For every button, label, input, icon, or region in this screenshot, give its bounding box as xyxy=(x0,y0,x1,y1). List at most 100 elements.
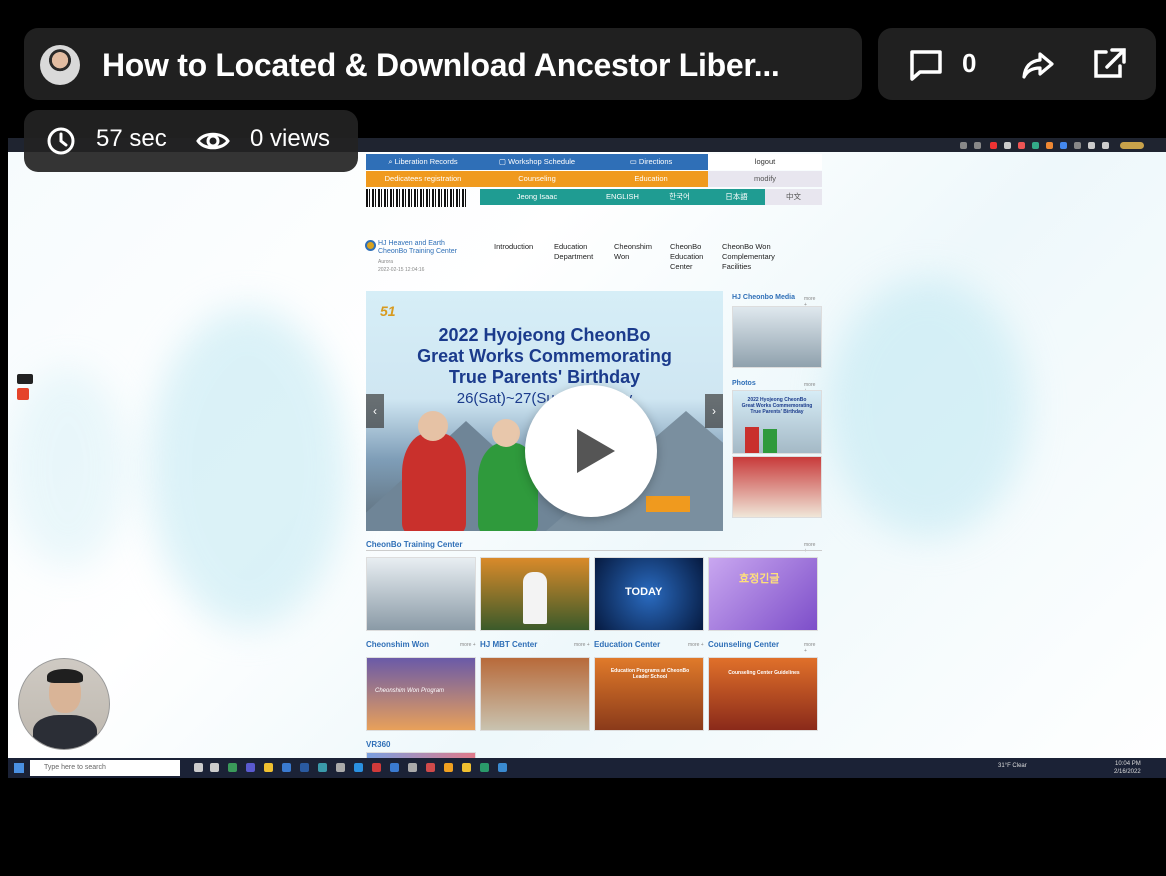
extension-icon[interactable] xyxy=(1046,142,1053,149)
calendar-icon: ▢ xyxy=(498,157,509,166)
taskbar-weather[interactable]: 31°F Clear xyxy=(998,763,1027,769)
lang-english[interactable]: ENGLISH xyxy=(594,189,651,205)
taskbar-app-icon[interactable] xyxy=(210,763,219,772)
taskbar-app-icon[interactable] xyxy=(498,763,507,772)
taskbar-app-icon[interactable] xyxy=(408,763,417,772)
nav-education[interactable]: Education xyxy=(594,171,708,187)
taskbar-app-icon[interactable] xyxy=(318,763,327,772)
nav-logout[interactable]: logout xyxy=(708,154,822,170)
extension-icon[interactable] xyxy=(974,142,981,149)
banner-title-line3: True Parents' Birthday xyxy=(448,367,641,387)
taskbar-app-icon[interactable] xyxy=(264,763,273,772)
video-thumbnail[interactable] xyxy=(480,557,590,631)
extension-icon[interactable] xyxy=(1102,142,1109,149)
video-thumbnail[interactable]: Counseling Center Guidelines xyxy=(708,657,818,731)
bg-cloud xyxy=(148,308,348,628)
more-link[interactable]: more + xyxy=(460,642,476,648)
taskbar-app-icon[interactable] xyxy=(390,763,399,772)
more-link[interactable]: more + xyxy=(804,642,818,654)
extension-icon[interactable] xyxy=(990,142,997,149)
video-stats: 57 sec 0 views xyxy=(24,110,358,172)
user-name[interactable]: Jeong Isaac xyxy=(480,189,594,205)
presenter-shirt xyxy=(33,715,97,749)
menu-complementary-facilities[interactable]: CheonBo Won Complementary Facilities xyxy=(722,242,792,272)
more-link[interactable]: more + xyxy=(804,542,818,554)
video-thumbnail[interactable]: Cheonshim Won Program xyxy=(366,657,476,731)
taskbar-app-icon[interactable] xyxy=(282,763,291,772)
clock-icon xyxy=(46,126,76,156)
menu-cheonshim-won[interactable]: Cheonshim Won xyxy=(614,242,659,262)
open-external-icon[interactable] xyxy=(1090,46,1128,82)
banner-next-arrow[interactable]: › xyxy=(705,394,723,428)
bg-cloud xyxy=(828,278,1028,538)
site-logo[interactable]: HJ Heaven and Earth CheonBo Training Cen… xyxy=(378,240,457,274)
site-logo-icon[interactable] xyxy=(365,240,376,251)
person-face xyxy=(418,411,448,441)
more-link[interactable]: more + xyxy=(688,642,704,648)
menu-introduction[interactable]: Introduction xyxy=(494,242,533,252)
barcode-image xyxy=(366,189,466,207)
extension-icon[interactable] xyxy=(1074,142,1081,149)
view-count: 0 views xyxy=(250,125,331,152)
webcam-bubble[interactable] xyxy=(18,658,110,750)
lang-korean[interactable]: 한국어 xyxy=(651,189,708,205)
taskbar-app-icon[interactable] xyxy=(426,763,435,772)
photo-thumbnail[interactable] xyxy=(732,456,822,518)
taskbar-app-icon[interactable] xyxy=(354,763,363,772)
recorder-timer xyxy=(17,374,33,384)
stop-recording-button[interactable] xyxy=(17,388,29,400)
video-thumbnail[interactable]: Education Programs at CheonBo Leader Sch… xyxy=(594,657,704,731)
banner-title-line2: Great Works Commemorating xyxy=(417,346,672,366)
more-link[interactable]: more + xyxy=(574,642,590,648)
comment-count: 0 xyxy=(962,48,977,78)
nav-dedicatees-registration[interactable]: Dedicatees registration xyxy=(366,171,480,187)
menu-cheonbo-education-center[interactable]: CheonBo Education Center xyxy=(670,242,714,272)
taskbar-app-icon[interactable] xyxy=(372,763,381,772)
taskbar-app-icon[interactable] xyxy=(246,763,255,772)
video-thumbnail[interactable] xyxy=(366,557,476,631)
creator-avatar[interactable] xyxy=(40,45,80,85)
video-thumbnail[interactable] xyxy=(480,657,590,731)
play-button[interactable] xyxy=(525,385,657,517)
nav-modify[interactable]: modify xyxy=(708,171,822,187)
taskbar-search-input[interactable]: Type here to search xyxy=(30,760,180,776)
video-thumbnail[interactable]: TODAY xyxy=(594,557,704,631)
extension-icon[interactable] xyxy=(1088,142,1095,149)
nav-counseling[interactable]: Counseling xyxy=(480,171,594,187)
taskbar-app-icon[interactable] xyxy=(480,763,489,772)
media-thumbnail[interactable] xyxy=(732,306,822,368)
share-icon[interactable] xyxy=(1020,48,1056,82)
menu-education-department[interactable]: Education Department xyxy=(554,242,604,262)
extension-icon[interactable] xyxy=(1032,142,1039,149)
extension-icon[interactable] xyxy=(960,142,967,149)
taskbar-app-icon[interactable] xyxy=(300,763,309,772)
nav-liberation-records[interactable]: ⌕ Liberation Records xyxy=(366,154,480,170)
taskbar-app-icon[interactable] xyxy=(228,763,237,772)
taskbar-app-icon[interactable] xyxy=(336,763,345,772)
anniversary-badge: 51 xyxy=(380,303,396,319)
windows-taskbar: Type here to search 31°F Clear 10:04 PM … xyxy=(8,758,1166,778)
extension-icon[interactable] xyxy=(1004,142,1011,149)
video-title[interactable]: How to Located & Download Ancestor Liber… xyxy=(102,47,780,84)
nav-workshop-schedule[interactable]: ▢ Workshop Schedule xyxy=(480,154,594,170)
taskbar-clock[interactable]: 10:04 PM 2/16/2022 xyxy=(1114,760,1141,776)
taskbar-app-icon[interactable] xyxy=(194,763,203,772)
photo-thumbnail[interactable]: 2022 Hyojeong CheonBo Great Works Commem… xyxy=(732,390,822,454)
profile-button[interactable] xyxy=(1120,142,1144,149)
comment-icon[interactable] xyxy=(908,48,944,82)
banner-prev-arrow[interactable]: ‹ xyxy=(366,394,384,428)
extension-icon[interactable] xyxy=(1060,142,1067,149)
presenter-hair xyxy=(47,669,83,683)
extension-icon[interactable] xyxy=(1018,142,1025,149)
windows-start-icon[interactable] xyxy=(14,763,24,773)
taskbar-app-icon[interactable] xyxy=(444,763,453,772)
section-education-center: Education Center xyxy=(594,640,661,649)
video-thumbnail[interactable]: 효정긴글 xyxy=(708,557,818,631)
banner-search-button[interactable] xyxy=(646,496,690,512)
nav-directions[interactable]: ▭ Directions xyxy=(594,154,708,170)
lang-chinese[interactable]: 中文 xyxy=(765,189,822,205)
lang-japanese[interactable]: 日本語 xyxy=(708,189,765,205)
taskbar-app-icon[interactable] xyxy=(462,763,471,772)
section-counseling-center: Counseling Center xyxy=(708,640,780,649)
recorder-controls xyxy=(17,374,33,404)
